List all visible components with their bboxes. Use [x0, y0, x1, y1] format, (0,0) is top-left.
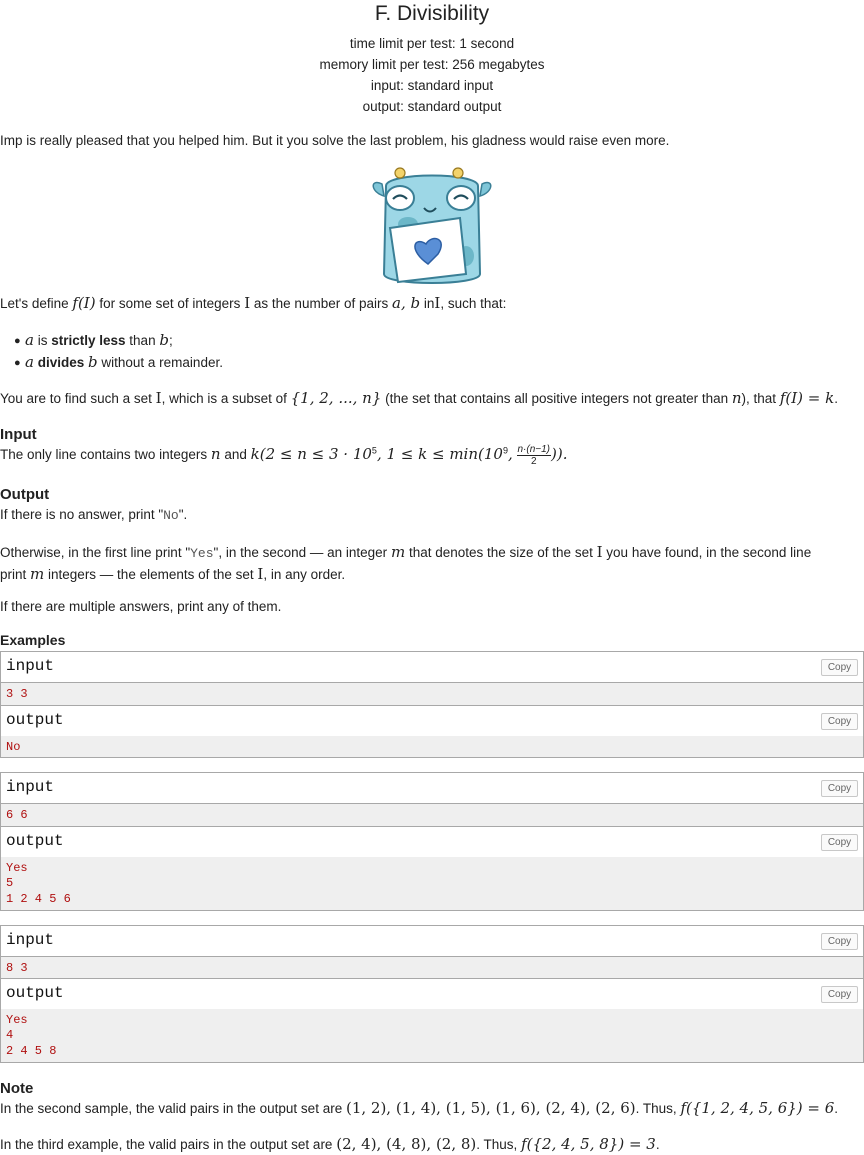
copy-button[interactable]: Copy: [821, 713, 858, 730]
output-label: output: [6, 984, 64, 1002]
input-label: input: [6, 778, 55, 796]
examples-heading: Examples: [0, 632, 66, 648]
problem-title: F. Divisibility: [374, 2, 490, 25]
code-line: 3 3: [6, 687, 28, 701]
example-input-header: input Copy: [1, 926, 863, 957]
copy-button[interactable]: Copy: [821, 986, 858, 1003]
output-line-1: If there is no answer, print "No".: [0, 507, 188, 523]
code-line: Yes: [6, 861, 28, 875]
example-output-header: output Copy: [1, 705, 863, 737]
example-output-body: Yes 5 1 2 4 5 6: [1, 857, 863, 910]
task-line: You are to find such a set I, which is a…: [0, 389, 838, 407]
code-line: 2 4 5 8: [6, 1044, 57, 1058]
definition-line: Let's define f(I) for some set of intege…: [0, 294, 507, 312]
code-line: 6 6: [6, 808, 28, 822]
output-line-3: print m integers — the elements of the s…: [0, 565, 346, 583]
code-line: Yes: [6, 1013, 28, 1027]
note-line-1: In the second sample, the valid pairs in…: [0, 1099, 839, 1117]
example-block: input Copy 3 3 output Copy No: [0, 651, 864, 758]
code-line: 1 2 4 5 6: [6, 892, 71, 906]
bullet-dot: ●: [14, 357, 21, 369]
bullet-item: a divides b without a remainder.: [25, 353, 223, 371]
output-label: output: [6, 711, 64, 729]
example-output-body: No: [1, 736, 863, 757]
input-label: input: [6, 931, 55, 949]
code-line: 5: [6, 876, 14, 890]
monster-illustration: [372, 167, 492, 284]
copy-button[interactable]: Copy: [821, 933, 858, 950]
example-input-header: input Copy: [1, 773, 863, 804]
note-heading: Note: [0, 1080, 34, 1097]
copy-button[interactable]: Copy: [821, 780, 858, 797]
output-heading: Output: [0, 486, 50, 503]
code-line: No: [6, 740, 21, 754]
code-line: 8 3: [6, 961, 28, 975]
note-line-2: In the third example, the valid pairs in…: [0, 1135, 660, 1153]
example-output-header: output Copy: [1, 826, 863, 858]
example-input-header: input Copy: [1, 652, 863, 683]
example-block: input Copy 6 6 output Copy Yes 5 1 2 4 5…: [0, 772, 864, 911]
example-input-body: 6 6: [1, 804, 863, 826]
output-label: output: [6, 832, 64, 850]
example-block: input Copy 8 3 output Copy Yes 4 2 4 5 8: [0, 925, 864, 1063]
intro-text: Imp is really pleased that you helped hi…: [0, 133, 670, 148]
copy-button[interactable]: Copy: [821, 834, 858, 851]
bullet-dot: ●: [14, 335, 21, 347]
output-spec: output: standard output: [362, 99, 502, 114]
example-output-body: Yes 4 2 4 5 8: [1, 1009, 863, 1062]
input-description: The only line contains two integers n an…: [0, 444, 568, 467]
example-output-header: output Copy: [1, 978, 863, 1010]
output-line-4: If there are multiple answers, print any…: [0, 599, 282, 614]
example-input-body: 3 3: [1, 683, 863, 705]
bullet-item: a is strictly less than b;: [25, 331, 173, 349]
time-limit: time limit per test: 1 second: [349, 36, 515, 51]
copy-button[interactable]: Copy: [821, 659, 858, 676]
code-line: 4: [6, 1028, 14, 1042]
input-label: input: [6, 657, 55, 675]
input-spec: input: standard input: [370, 78, 494, 93]
output-line-2: Otherwise, in the first line print "Yes"…: [0, 543, 812, 561]
memory-limit: memory limit per test: 256 megabytes: [319, 57, 545, 72]
input-heading: Input: [0, 426, 37, 443]
example-input-body: 8 3: [1, 957, 863, 978]
